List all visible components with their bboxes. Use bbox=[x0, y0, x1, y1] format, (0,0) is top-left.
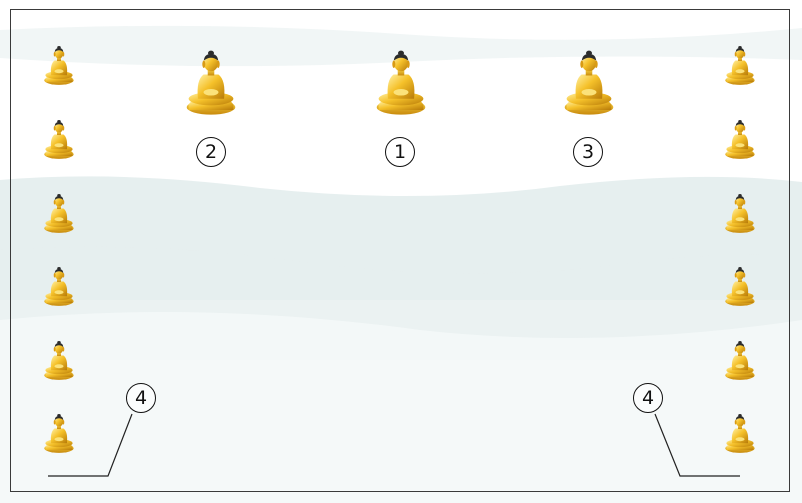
diagram-canvas: 2 1 3 4 4 bbox=[0, 0, 802, 503]
leader-line-bottom-left bbox=[48, 413, 133, 477]
leader-line-bottom-right bbox=[654, 413, 740, 477]
leader-lines bbox=[48, 413, 740, 477]
